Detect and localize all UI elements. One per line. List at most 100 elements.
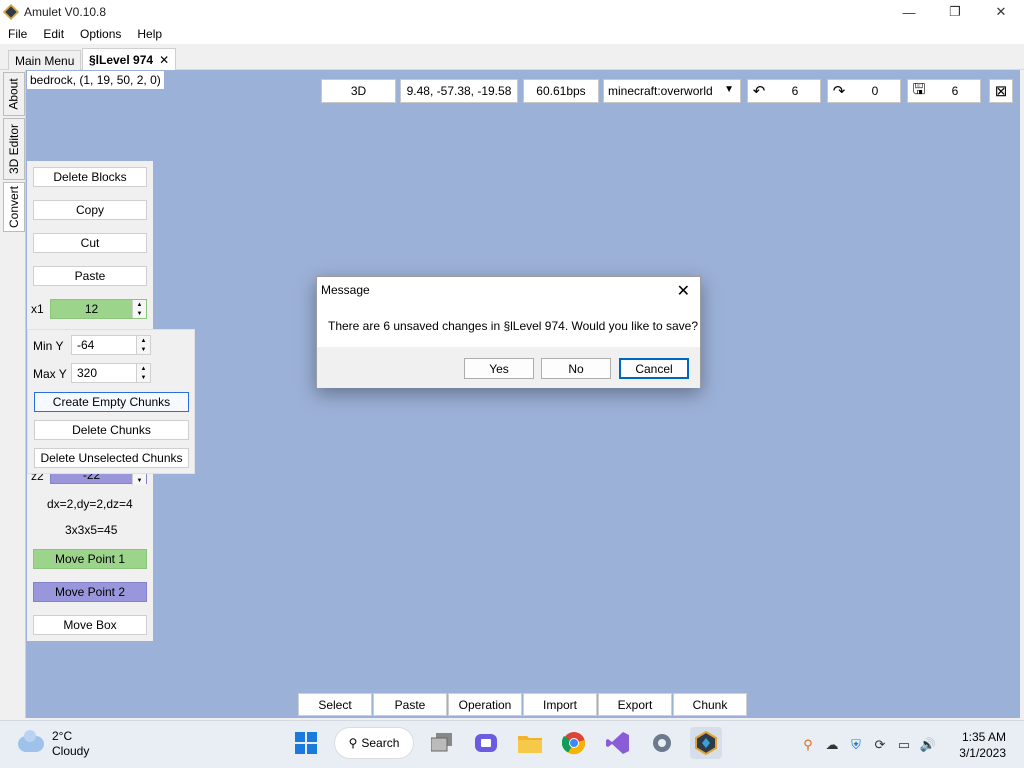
save-changes-dialog: Message ✕ There are 6 unsaved changes in… xyxy=(316,276,701,388)
taskbar: 2°C Cloudy ⚲ Search ⚲ ☁ ⛨ ⟳ ▭ 🔊 1:35 AM … xyxy=(0,720,1024,768)
no-button[interactable]: No xyxy=(541,358,611,379)
chevron-down-icon: ▼ xyxy=(724,84,734,95)
clock-time: 1:35 AM xyxy=(961,730,1006,744)
amulet-taskbar-icon[interactable] xyxy=(690,727,722,759)
dialog-title: Message xyxy=(321,283,370,297)
tool-operation[interactable]: Operation xyxy=(448,693,522,716)
save-button[interactable]: 🖫 6 xyxy=(907,79,981,103)
tab-level[interactable]: §lLevel 974 ✕ xyxy=(82,48,177,70)
clock[interactable]: 1:35 AM 3/1/2023 xyxy=(959,729,1006,761)
sidetab-3d-editor[interactable]: 3D Editor xyxy=(3,118,25,180)
chrome-icon[interactable] xyxy=(558,727,590,759)
window-controls: — ❐ ✕ xyxy=(886,0,1024,24)
selection-dims: dx=2,dy=2,dz=4 xyxy=(47,497,133,511)
search-icon: ⚲ xyxy=(348,736,358,750)
system-tray: ⚲ ☁ ⛨ ⟳ ▭ 🔊 xyxy=(796,733,940,757)
tab-main-menu-label: Main Menu xyxy=(15,53,75,68)
taskbar-apps: ⚲ Search xyxy=(290,727,734,759)
menu-file[interactable]: File xyxy=(0,27,35,41)
chunk-panel: Min Y -64 ▲ ▼ Max Y 320 ▲ ▼ Create Empty C… xyxy=(27,329,195,474)
selection-volume: 3x3x5=45 xyxy=(65,523,118,537)
tool-import[interactable]: Import xyxy=(523,693,597,716)
move-point-2-button[interactable]: Move Point 2 xyxy=(33,582,147,602)
camera-position-field[interactable]: 9.48, -57.38, -19.58 xyxy=(400,79,518,103)
stepper-arrows-icon[interactable]: ▲▼ xyxy=(132,300,146,318)
dialog-close-icon[interactable]: ✕ xyxy=(677,281,690,301)
dimension-select[interactable]: minecraft:overworld ▼ xyxy=(603,79,741,103)
copy-button[interactable]: Copy xyxy=(33,200,147,220)
tool-chunk[interactable]: Chunk xyxy=(673,693,747,716)
sidetab-about-label: About xyxy=(7,78,22,110)
sidetab-about[interactable]: About xyxy=(3,72,25,116)
file-explorer-icon[interactable] xyxy=(514,727,546,759)
max-y-value: 320 xyxy=(77,366,98,380)
security-shield-icon[interactable]: ⛨ xyxy=(844,733,868,757)
move-point-1-button[interactable]: Move Point 1 xyxy=(33,549,147,569)
menu-help[interactable]: Help xyxy=(129,27,170,41)
weather-temp: 2°C xyxy=(52,729,73,743)
visual-studio-icon[interactable] xyxy=(602,727,634,759)
minimize-button[interactable]: — xyxy=(886,0,932,24)
yes-button[interactable]: Yes xyxy=(464,358,534,379)
redo-icon: ↷ xyxy=(832,83,846,100)
create-empty-chunks-button[interactable]: Create Empty Chunks xyxy=(34,392,189,412)
tool-paste[interactable]: Paste xyxy=(373,693,447,716)
weather-condition: Cloudy xyxy=(52,744,90,758)
sidetab-convert[interactable]: Convert xyxy=(3,182,25,232)
tab-close-icon[interactable]: ✕ xyxy=(159,53,169,67)
cut-button[interactable]: Cut xyxy=(33,233,147,253)
delete-chunks-button[interactable]: Delete Chunks xyxy=(34,420,189,440)
network-icon[interactable]: ▭ xyxy=(892,733,916,757)
dimension-value: minecraft:overworld xyxy=(608,84,713,98)
menu-options[interactable]: Options xyxy=(72,27,129,41)
task-view-icon[interactable] xyxy=(426,727,458,759)
start-icon[interactable] xyxy=(290,727,322,759)
max-y-stepper[interactable]: 320 ▲ ▼ xyxy=(71,363,151,383)
volume-icon[interactable]: 🔊 xyxy=(916,733,940,757)
redo-count: 0 xyxy=(871,84,879,98)
stepper-arrows-icon[interactable]: ▲▼ xyxy=(136,336,150,354)
min-y-label: Min Y xyxy=(33,339,64,353)
tab-main-menu[interactable]: Main Menu xyxy=(8,50,82,70)
tool-select[interactable]: Select xyxy=(298,693,372,716)
tool-bar: Select Paste Operation Import Export Chu… xyxy=(298,693,748,716)
move-box-button[interactable]: Move Box xyxy=(33,615,147,635)
tool-export[interactable]: Export xyxy=(598,693,672,716)
multiplier-stepper[interactable]: 12 ▲ ▼ xyxy=(50,299,147,319)
delete-blocks-button[interactable]: Delete Blocks xyxy=(33,167,147,187)
teams-chat-icon[interactable] xyxy=(470,727,502,759)
cancel-button[interactable]: Cancel xyxy=(619,358,689,379)
dialog-message: There are 6 unsaved changes in §lLevel 9… xyxy=(328,319,699,333)
weather-widget[interactable]: 2°C Cloudy xyxy=(18,729,89,759)
redo-button[interactable]: ↷ 0 xyxy=(827,79,901,103)
close-window-button[interactable]: ✕ xyxy=(978,0,1024,24)
save-icon: 🖫 xyxy=(912,80,926,98)
clock-date: 3/1/2023 xyxy=(959,746,1006,760)
sidetab-3d-editor-label: 3D Editor xyxy=(7,123,21,175)
menu-bar: File Edit Options Help xyxy=(0,24,1024,44)
save-count: 6 xyxy=(951,84,959,98)
taskbar-search[interactable]: ⚲ Search xyxy=(334,727,414,759)
paste-button[interactable]: Paste xyxy=(33,266,147,286)
onedrive-icon[interactable]: ☁ xyxy=(820,733,844,757)
view-mode-button[interactable]: 3D xyxy=(321,79,396,103)
restore-button[interactable]: ❐ xyxy=(932,0,978,24)
min-y-stepper[interactable]: -64 ▲ ▼ xyxy=(71,335,151,355)
dialog-footer: Yes No Cancel xyxy=(317,347,700,388)
delete-unselected-chunks-button[interactable]: Delete Unselected Chunks xyxy=(34,448,189,468)
cloud-icon xyxy=(18,730,44,752)
stepper-arrows-icon[interactable]: ▲▼ xyxy=(136,364,150,382)
camera-speed-field[interactable]: 60.61bps xyxy=(523,79,599,103)
title-bar: Amulet V0.10.8 — ❐ ✕ xyxy=(0,0,1024,24)
menu-edit[interactable]: Edit xyxy=(35,27,72,41)
sync-icon[interactable]: ⟳ xyxy=(868,733,892,757)
max-y-label: Max Y xyxy=(33,367,67,381)
search-label: Search xyxy=(361,736,400,750)
search-orange-icon[interactable]: ⚲ xyxy=(796,733,820,757)
amulet-app-icon xyxy=(3,4,19,20)
close-world-icon: ⊠ xyxy=(994,83,1008,100)
close-world-button[interactable]: ⊠ xyxy=(989,79,1013,103)
undo-button[interactable]: ↶ 6 xyxy=(747,79,821,103)
sidetab-convert-label: Convert xyxy=(7,185,21,229)
settings-gear-icon[interactable] xyxy=(646,727,678,759)
